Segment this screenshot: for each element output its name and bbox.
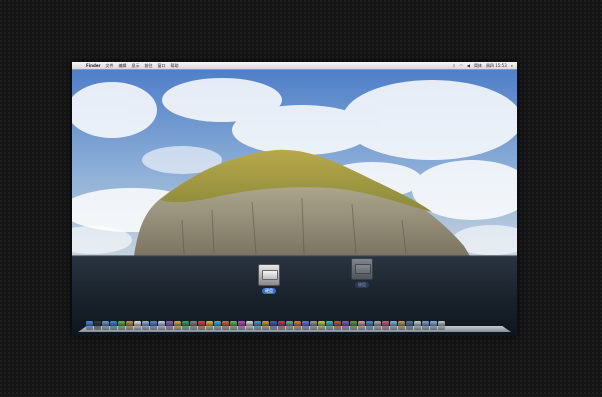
dock-finder-icon[interactable] [86, 321, 93, 330]
dock-items [86, 321, 445, 330]
dock-app-32-icon[interactable] [334, 321, 341, 330]
dock-ichat-icon[interactable] [118, 321, 125, 330]
volume-icon[interactable]: ◀ [467, 62, 470, 69]
menu-view[interactable]: 显示 [132, 62, 140, 69]
spotlight-icon[interactable]: ⌕ [511, 62, 513, 69]
dock-app-34-icon[interactable] [350, 321, 357, 330]
wifi-icon[interactable]: ◠ [459, 62, 463, 69]
dock-app-30-icon[interactable] [318, 321, 325, 330]
dock-iphoto-icon[interactable] [158, 321, 165, 330]
dock-app-24-icon[interactable] [270, 321, 277, 330]
desktop-icon-label: 硬盘 [262, 288, 276, 294]
dock-app-39-icon[interactable] [390, 321, 397, 330]
photo-frame: Finder 文件 编辑 显示 前往 窗口 帮助 ᛒ ◠ ◀ 简体 周四 15:… [0, 0, 602, 397]
dock-app-36-icon[interactable] [366, 321, 373, 330]
dock-address-book-icon[interactable] [126, 321, 133, 330]
menu-app-name[interactable]: Finder [86, 62, 101, 69]
dock-app-22-icon[interactable] [254, 321, 261, 330]
hard-disk-drag-icon [351, 258, 373, 280]
dock-system-preferences-icon[interactable] [190, 321, 197, 330]
dock-app-28-icon[interactable] [302, 321, 309, 330]
dock-dashboard-icon[interactable] [94, 321, 101, 330]
desktop-icon-dragging[interactable]: 硬盘 [351, 258, 373, 288]
dock-app-25-icon[interactable] [278, 321, 285, 330]
dock-app-16-icon[interactable] [206, 321, 213, 330]
dock-app-23-icon[interactable] [262, 321, 269, 330]
hard-disk-icon [258, 264, 280, 286]
menu-clock[interactable]: 周四 15:53 [486, 62, 507, 69]
dock-preview-icon[interactable] [142, 321, 149, 330]
menu-go[interactable]: 前往 [145, 62, 153, 69]
dock-garageband-icon[interactable] [174, 321, 181, 330]
desktop-icon-hard-disk[interactable]: 硬盘 [258, 264, 280, 294]
dock-ical-icon[interactable] [134, 321, 141, 330]
menu-edit[interactable]: 编辑 [119, 62, 127, 69]
dock-time-machine-icon[interactable] [182, 321, 189, 330]
menu-window[interactable]: 窗口 [158, 62, 166, 69]
dock-app-20-icon[interactable] [238, 321, 245, 330]
dock-app-26-icon[interactable] [286, 321, 293, 330]
menu-bar: Finder 文件 编辑 显示 前往 窗口 帮助 ᛒ ◠ ◀ 简体 周四 15:… [72, 62, 517, 70]
dock-trash-icon[interactable] [438, 321, 445, 330]
desktop-icon-drag-label: 硬盘 [355, 282, 369, 288]
menu-file[interactable]: 文件 [106, 62, 114, 69]
menu-extras: ᛒ ◠ ◀ 简体 周四 15:53 ⌕ [453, 62, 513, 69]
dock-app-33-icon[interactable] [342, 321, 349, 330]
dock-imovie-icon[interactable] [166, 321, 173, 330]
dock-app-29-icon[interactable] [310, 321, 317, 330]
dock-app-27-icon[interactable] [294, 321, 301, 330]
dock-app-40-icon[interactable] [398, 321, 405, 330]
dock-app-42-icon[interactable] [414, 321, 421, 330]
dock-app-17-icon[interactable] [214, 321, 221, 330]
dock-app-19-icon[interactable] [230, 321, 237, 330]
menu-help[interactable]: 帮助 [171, 62, 179, 69]
dock-mail-icon[interactable] [102, 321, 109, 330]
dock-itunes-icon[interactable] [150, 321, 157, 330]
dock [78, 318, 511, 332]
dock-app-18-icon[interactable] [222, 321, 229, 330]
bluetooth-icon[interactable]: ᛒ [453, 62, 455, 69]
dock-app-37-icon[interactable] [374, 321, 381, 330]
dock-app-35-icon[interactable] [358, 321, 365, 330]
dock-app-38-icon[interactable] [382, 321, 389, 330]
dock-documents-stack-icon[interactable] [430, 321, 437, 330]
dock-app-21-icon[interactable] [246, 321, 253, 330]
dock-downloads-stack-icon[interactable] [422, 321, 429, 330]
desktop-wallpaper [72, 70, 517, 336]
dock-safari-icon[interactable] [110, 321, 117, 330]
apple-menu-icon[interactable] [75, 63, 81, 69]
dock-app-31-icon[interactable] [326, 321, 333, 330]
mac-screen: Finder 文件 编辑 显示 前往 窗口 帮助 ᛒ ◠ ◀ 简体 周四 15:… [72, 62, 517, 336]
input-method-menu[interactable]: 简体 [474, 62, 482, 69]
dock-app-41-icon[interactable] [406, 321, 413, 330]
dock-app-15-icon[interactable] [198, 321, 205, 330]
